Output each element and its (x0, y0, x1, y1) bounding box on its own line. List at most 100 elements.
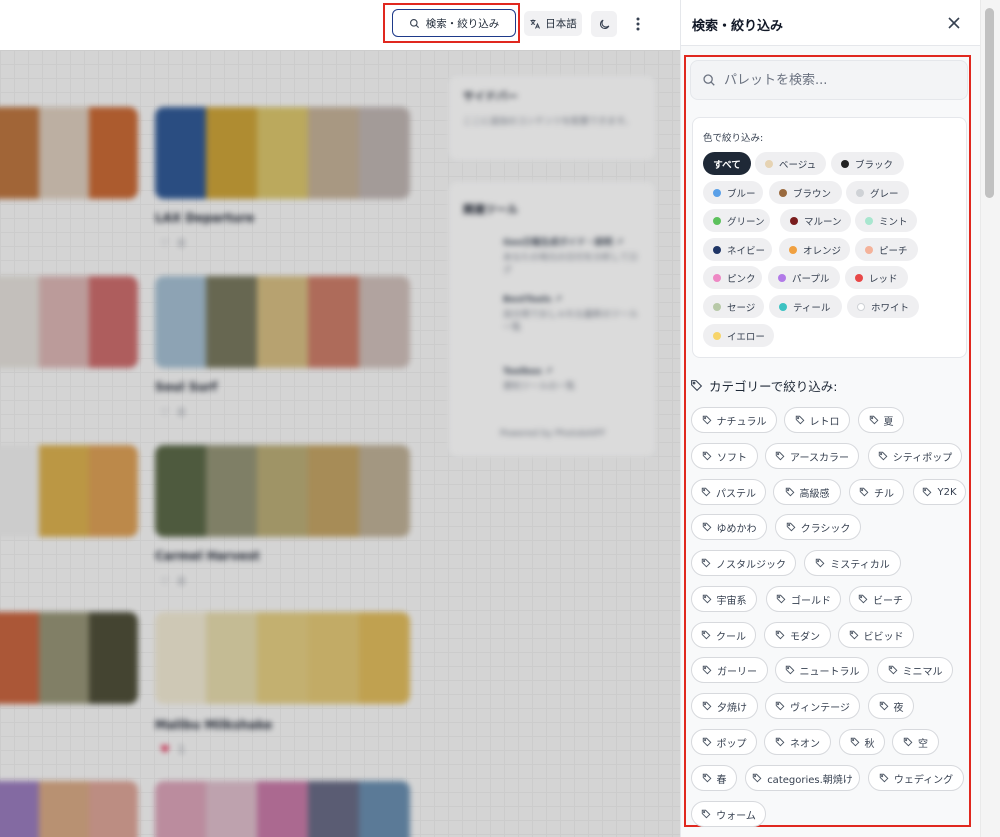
category-filter-chip[interactable]: 空 (892, 729, 939, 755)
color-filter-chip-label: セージ (727, 302, 756, 314)
color-filter-chip[interactable]: ネイビー (703, 238, 772, 261)
color-filter-chip-label: ティール (793, 302, 831, 314)
category-filter-chip[interactable]: ソフト (691, 443, 758, 469)
category-filter-chip[interactable]: ネオン (764, 729, 831, 755)
tag-icon (858, 594, 868, 604)
category-filter-chip[interactable]: 夜 (868, 693, 914, 719)
category-filter-chip[interactable]: Y2K (913, 479, 966, 505)
tag-icon (785, 487, 794, 497)
category-filter-chip[interactable]: シティポップ (868, 443, 962, 469)
tag-icon (776, 594, 786, 604)
tag-icon (775, 451, 785, 461)
search-filter-button[interactable]: 検索・絞り込み (392, 9, 516, 37)
tag-icon (816, 558, 825, 568)
color-filter-chip[interactable]: ピンク (703, 266, 762, 289)
color-dot-icon (778, 273, 786, 282)
category-filter-chip[interactable]: ミニマル (877, 657, 953, 683)
tag-icon (702, 415, 711, 425)
category-filter-chip[interactable]: categories.朝焼け (745, 765, 860, 791)
tag-icon (849, 630, 858, 640)
color-filter-chip[interactable]: ブラック (831, 152, 904, 175)
category-filter-chip[interactable]: ノスタルジック (691, 550, 796, 576)
tag-icon (879, 773, 889, 783)
category-filter-chip-label: ヴィンテージ (790, 702, 850, 714)
category-filter-chip[interactable]: ビーチ (849, 586, 912, 612)
category-filter-chip-label: ノスタルジック (716, 559, 786, 571)
close-icon (948, 17, 960, 29)
color-filter-chip[interactable]: パープル (768, 266, 840, 289)
color-filter-chip[interactable]: グリーン (703, 209, 770, 232)
category-filter-chip[interactable]: レトロ (784, 407, 850, 433)
panel-scrollbar-thumb[interactable] (985, 8, 994, 198)
category-filter-chip-label: レトロ (809, 416, 840, 428)
color-dot-icon (713, 331, 721, 340)
category-filter-chip[interactable]: モダン (764, 622, 831, 648)
category-filter-chip[interactable]: パステル (691, 479, 766, 505)
category-filter-chip[interactable]: ウェディング (868, 765, 964, 791)
language-button[interactable]: 日本語 (524, 11, 582, 36)
color-filter-chip[interactable]: ベージュ (755, 152, 826, 175)
category-filter-chip[interactable]: 秋 (839, 729, 885, 755)
dark-mode-toggle[interactable] (591, 11, 617, 37)
color-filter-chip[interactable]: ホワイト (847, 295, 919, 318)
search-icon (703, 74, 715, 86)
color-dot-icon (790, 216, 798, 225)
color-filter-chip[interactable]: グレー (846, 181, 909, 204)
tag-icon (785, 665, 794, 675)
more-vertical-icon (636, 17, 640, 31)
palette-search-field[interactable] (690, 60, 968, 100)
category-filter-chip[interactable]: ガーリー (691, 657, 768, 683)
more-options-button[interactable] (628, 11, 648, 37)
category-filter-chip[interactable]: ゴールド (766, 586, 841, 612)
category-filter-chip[interactable]: ポップ (691, 729, 757, 755)
category-filter-chip[interactable]: 夕焼け (691, 693, 758, 719)
category-filter-chip-label: ゴールド (791, 595, 831, 607)
category-filter-chip[interactable]: ニュートラル (775, 657, 869, 683)
color-filter-chip[interactable]: オレンジ (779, 238, 850, 261)
category-filter-chip[interactable]: 夏 (858, 407, 904, 433)
color-filter-chip[interactable]: すべて (703, 152, 751, 175)
color-filter-chip[interactable]: セージ (703, 295, 764, 318)
category-filter-chip[interactable]: ウォーム (691, 801, 766, 827)
category-filter-chip[interactable]: 宇宙系 (691, 586, 757, 612)
color-filter-chip[interactable]: イエロー (703, 324, 774, 347)
color-filter-chip-label: グリーン (727, 216, 765, 228)
color-filter-chip[interactable]: マルーン (780, 209, 851, 232)
palette-search-input[interactable] (724, 72, 944, 88)
category-filter-chip[interactable]: 春 (691, 765, 737, 791)
color-filter-chip[interactable]: ブルー (703, 181, 763, 204)
category-filter-chip-label: モダン (790, 631, 820, 643)
category-filter-chip-label: チル (874, 488, 894, 500)
category-filter-chip[interactable]: ヴィンテージ (765, 693, 860, 719)
close-button[interactable] (944, 13, 964, 33)
category-filter-chip[interactable]: ビビッド (838, 622, 914, 648)
category-filter-chip[interactable]: チル (849, 479, 904, 505)
category-filter-chip[interactable]: ミスティカル (804, 550, 901, 576)
category-filter-chip[interactable]: 高級感 (773, 479, 841, 505)
color-filter-chip[interactable]: レッド (845, 266, 908, 289)
color-filter-chip-label: ピーチ (879, 245, 908, 257)
category-filter-chip[interactable]: クラシック (775, 514, 861, 540)
color-filter-chip[interactable]: ブラウン (769, 181, 842, 204)
category-filter-chip-label: Y2K (937, 486, 957, 498)
color-filter-chip[interactable]: ミント (855, 209, 917, 232)
moon-icon (599, 19, 609, 29)
tag-icon (702, 773, 711, 783)
category-filter-chip-label: 秋 (864, 738, 875, 750)
category-filter-chip[interactable]: ナチュラル (691, 407, 777, 433)
tag-icon (702, 451, 712, 461)
modal-backdrop[interactable] (0, 50, 680, 837)
color-filter-chip[interactable]: ピーチ (855, 238, 918, 261)
category-filter-chip[interactable]: ゆめかわ (691, 514, 767, 540)
color-filter-chip[interactable]: ティール (769, 295, 842, 318)
category-filter-chip-label: クラシック (800, 523, 851, 535)
category-filter-chip[interactable]: クール (691, 622, 756, 648)
color-filter-chip-label: マルーン (804, 216, 842, 228)
category-filter-chip-label: ビビッド (863, 631, 904, 643)
tag-icon (775, 630, 785, 640)
tag-icon (691, 380, 703, 392)
category-filter-chip[interactable]: アースカラー (765, 443, 859, 469)
category-filter-chip-label: シティポップ (892, 452, 953, 464)
category-filter-chip-label: ゆめかわ (716, 523, 757, 535)
color-dot-icon (789, 245, 797, 254)
